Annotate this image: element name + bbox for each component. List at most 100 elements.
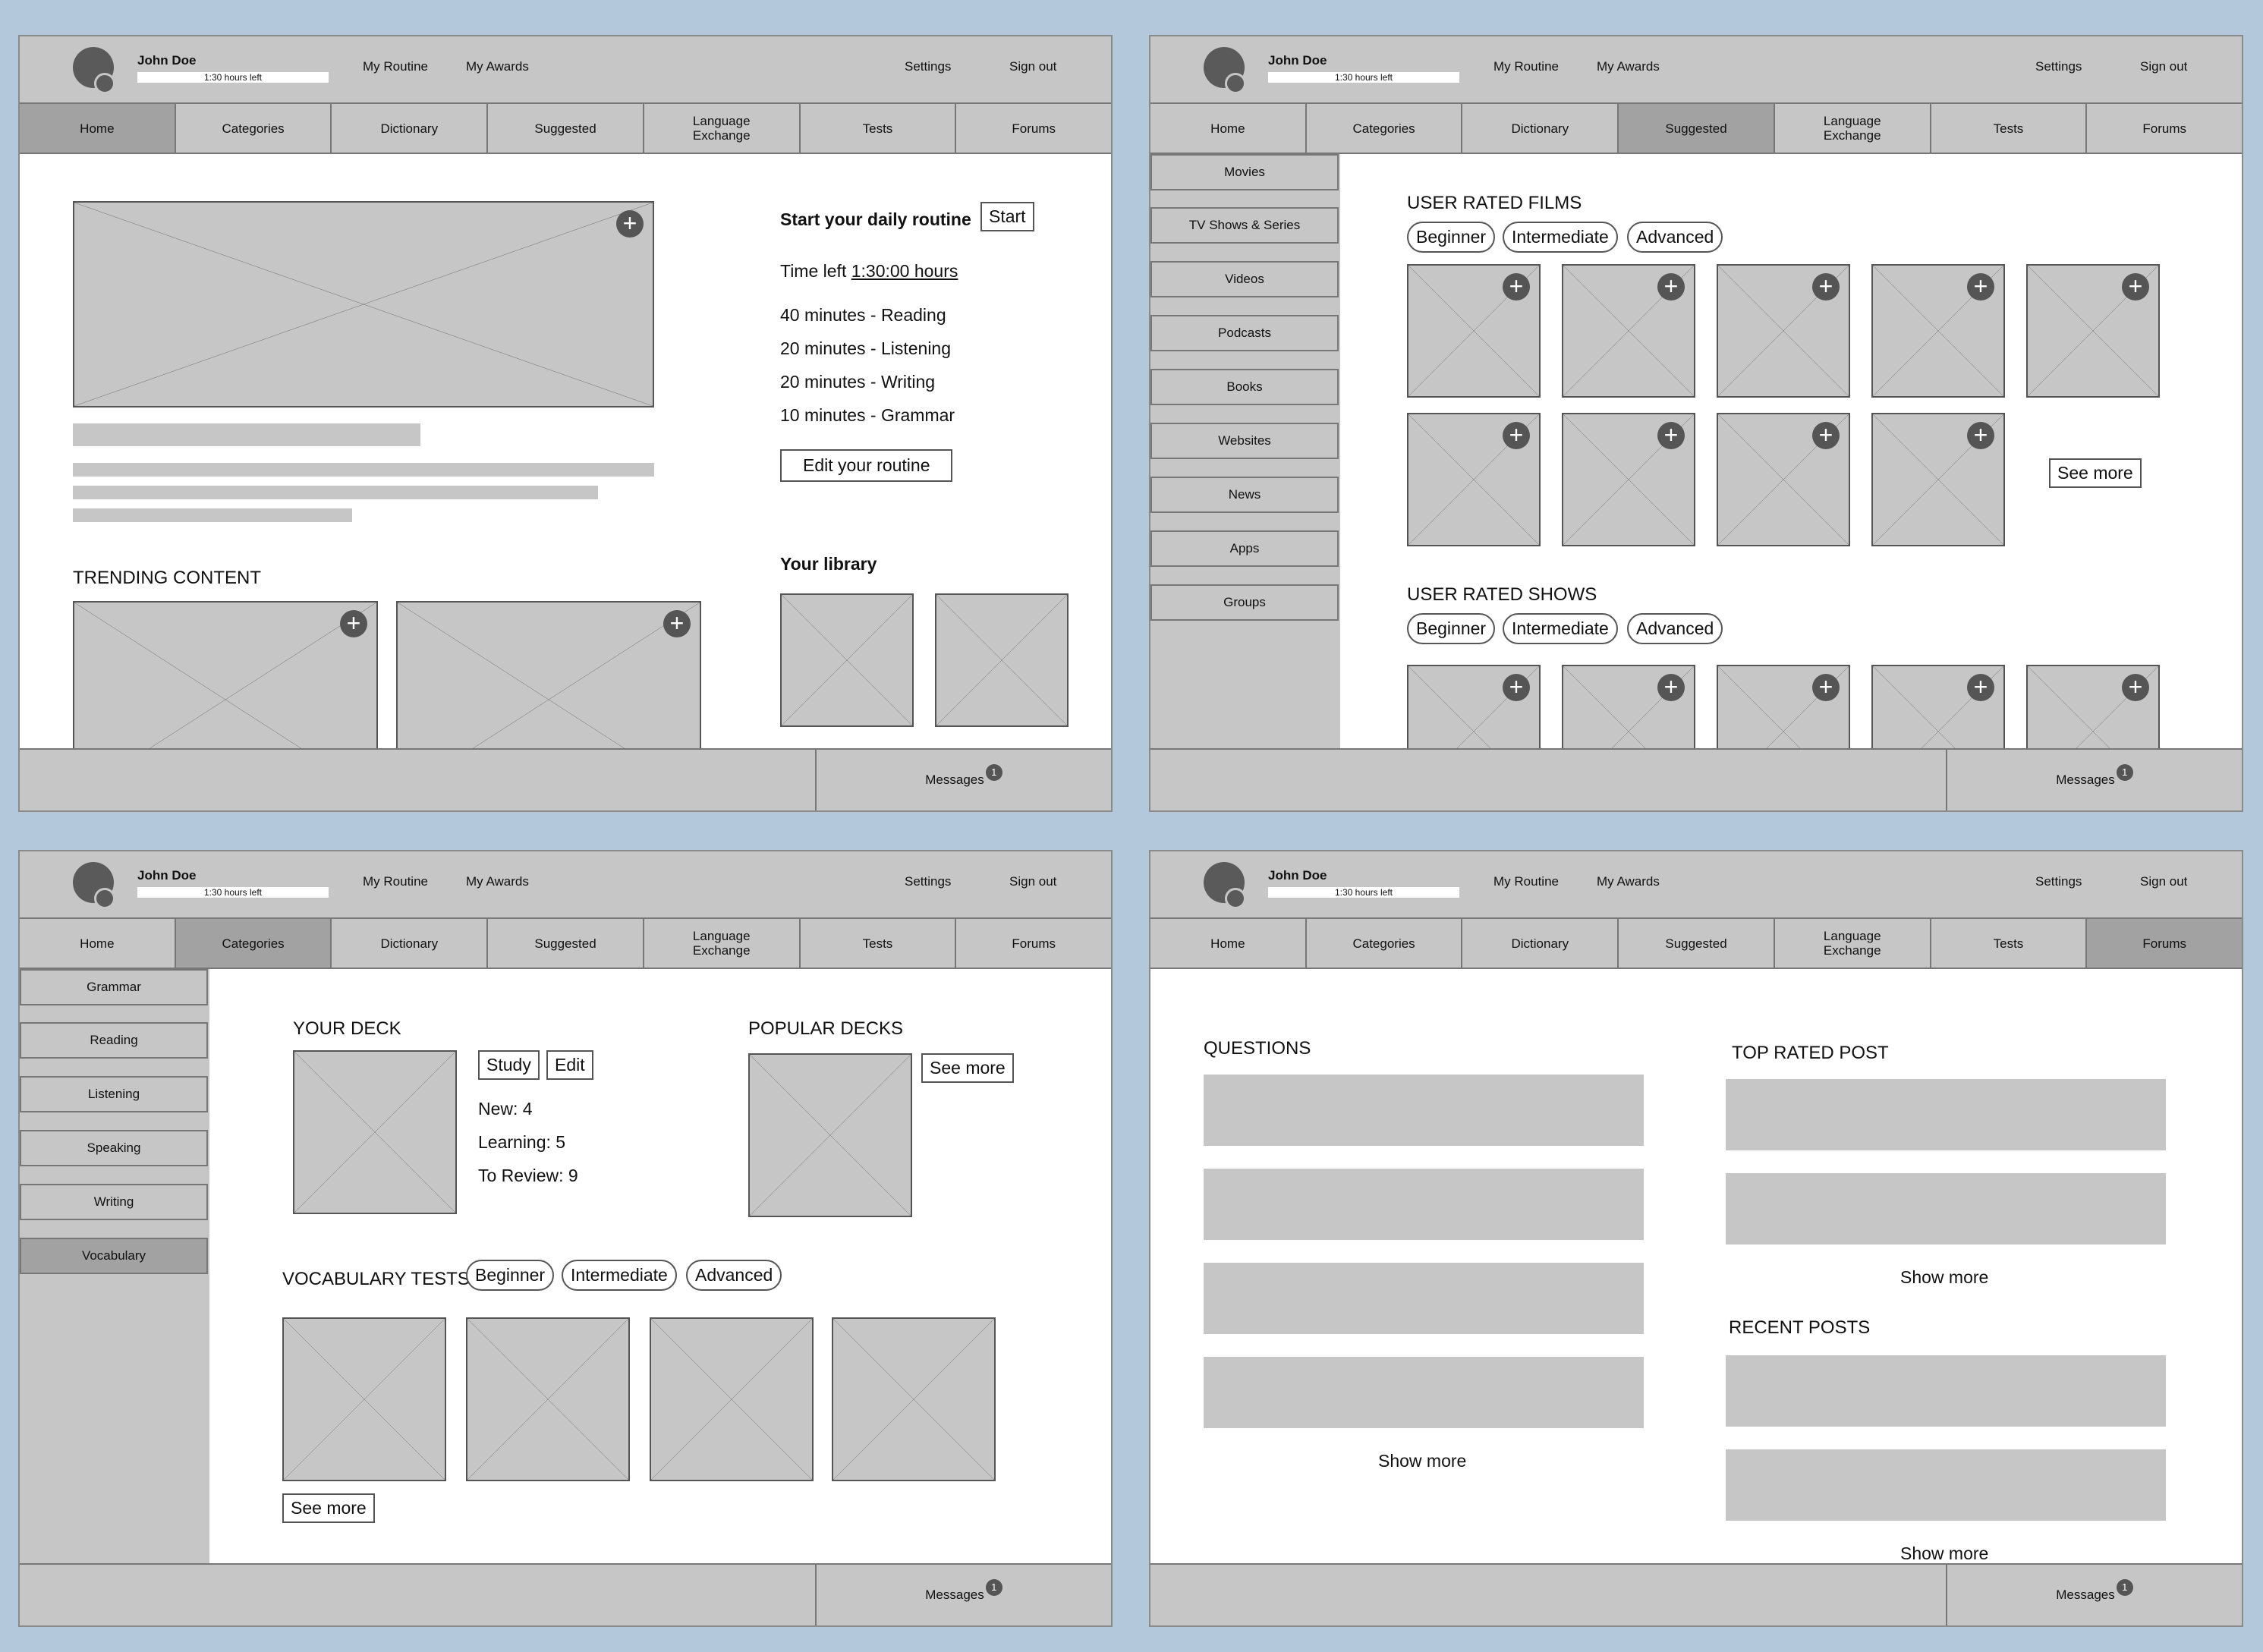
nav-language-exchange[interactable]: Language Exchange	[1775, 104, 1931, 153]
top-rated-post[interactable]	[1726, 1079, 2166, 1150]
vocab-test-item[interactable]	[650, 1317, 814, 1481]
nav-suggested[interactable]: Suggested	[488, 919, 644, 968]
top-rated-post[interactable]	[1726, 1173, 2166, 1245]
add-icon[interactable]: +	[1967, 422, 1994, 449]
filter-intermediate[interactable]: Intermediate	[562, 1260, 677, 1291]
popular-see-more-button[interactable]: See more	[921, 1053, 1014, 1083]
sidebar-item-books[interactable]: Books	[1150, 369, 1339, 405]
nav-forums[interactable]: Forums	[956, 919, 1111, 968]
vocab-test-item[interactable]	[832, 1317, 996, 1481]
my-awards-link[interactable]: My Awards	[466, 874, 529, 889]
sign-out-link[interactable]: Sign out	[1009, 59, 1056, 74]
filter-advanced[interactable]: Advanced	[686, 1260, 782, 1291]
sidebar-item-news[interactable]: News	[1150, 477, 1339, 513]
nav-tests[interactable]: Tests	[801, 104, 957, 153]
film-item[interactable]: +	[1407, 264, 1541, 398]
add-icon[interactable]: +	[1503, 273, 1530, 301]
add-icon[interactable]: +	[1967, 674, 1994, 701]
nav-home[interactable]: Home	[1150, 104, 1307, 153]
add-icon[interactable]: +	[1503, 422, 1530, 449]
messages-button[interactable]: Messages 1	[1946, 1565, 2242, 1625]
add-icon[interactable]: +	[1812, 273, 1840, 301]
add-icon[interactable]: +	[1657, 674, 1685, 701]
questions-show-more[interactable]: Show more	[1378, 1451, 1466, 1471]
nav-dictionary[interactable]: Dictionary	[1462, 104, 1619, 153]
nav-language-exchange[interactable]: Language Exchange	[644, 919, 801, 968]
recent-post[interactable]	[1726, 1355, 2166, 1427]
nav-tests[interactable]: Tests	[1931, 104, 2088, 153]
filter-beginner[interactable]: Beginner	[466, 1260, 555, 1291]
nav-categories[interactable]: Categories	[1307, 104, 1463, 153]
add-icon[interactable]: +	[340, 610, 367, 637]
nav-categories[interactable]: Categories	[1307, 919, 1463, 968]
nav-forums[interactable]: Forums	[956, 104, 1111, 153]
sidebar-item-websites[interactable]: Websites	[1150, 423, 1339, 459]
nav-home[interactable]: Home	[20, 919, 176, 968]
nav-language-exchange[interactable]: Language Exchange	[644, 104, 801, 153]
film-item[interactable]: +	[2026, 264, 2160, 398]
add-icon[interactable]: +	[663, 610, 691, 637]
film-item[interactable]: +	[1871, 413, 2005, 546]
add-icon[interactable]: +	[1812, 674, 1840, 701]
films-see-more-button[interactable]: See more	[2049, 458, 2142, 488]
film-item[interactable]: +	[1562, 413, 1695, 546]
filter-advanced[interactable]: Advanced	[1627, 613, 1723, 644]
add-icon[interactable]: +	[1657, 273, 1685, 301]
film-item[interactable]: +	[1407, 413, 1541, 546]
sign-out-link[interactable]: Sign out	[2140, 59, 2187, 74]
library-item[interactable]	[935, 593, 1069, 727]
add-icon[interactable]: +	[1503, 674, 1530, 701]
film-item[interactable]: +	[1871, 264, 2005, 398]
my-routine-link[interactable]: My Routine	[363, 59, 428, 74]
sidebar-item-groups[interactable]: Groups	[1150, 584, 1339, 621]
vocab-test-item[interactable]	[466, 1317, 630, 1481]
add-icon[interactable]: +	[2122, 273, 2149, 301]
filter-intermediate[interactable]: Intermediate	[1503, 613, 1618, 644]
film-item[interactable]: +	[1717, 413, 1850, 546]
sidebar-item-reading[interactable]: Reading	[20, 1022, 208, 1059]
nav-suggested[interactable]: Suggested	[1619, 104, 1775, 153]
nav-forums[interactable]: Forums	[2087, 104, 2242, 153]
my-routine-link[interactable]: My Routine	[1493, 59, 1559, 74]
filter-advanced[interactable]: Advanced	[1627, 222, 1723, 253]
nav-forums[interactable]: Forums	[2087, 919, 2242, 968]
nav-tests[interactable]: Tests	[1931, 919, 2088, 968]
film-item[interactable]: +	[1562, 264, 1695, 398]
nav-dictionary[interactable]: Dictionary	[1462, 919, 1619, 968]
recent-post[interactable]	[1726, 1449, 2166, 1521]
nav-home[interactable]: Home	[20, 104, 176, 153]
nav-dictionary[interactable]: Dictionary	[332, 919, 489, 968]
my-awards-link[interactable]: My Awards	[466, 59, 529, 74]
filter-beginner[interactable]: Beginner	[1407, 222, 1496, 253]
question-item[interactable]	[1204, 1357, 1644, 1428]
add-icon[interactable]: +	[616, 210, 644, 238]
messages-button[interactable]: Messages 1	[815, 1565, 1111, 1625]
library-item[interactable]	[780, 593, 914, 727]
nav-tests[interactable]: Tests	[801, 919, 957, 968]
edit-deck-button[interactable]: Edit	[546, 1050, 593, 1080]
nav-dictionary[interactable]: Dictionary	[332, 104, 489, 153]
sidebar-item-movies[interactable]: Movies	[1150, 154, 1339, 190]
start-button[interactable]: Start	[980, 202, 1034, 231]
sidebar-item-listening[interactable]: Listening	[20, 1076, 208, 1112]
sidebar-item-podcasts[interactable]: Podcasts	[1150, 315, 1339, 351]
messages-button[interactable]: Messages 1	[815, 750, 1111, 810]
filter-intermediate[interactable]: Intermediate	[1503, 222, 1618, 253]
my-awards-link[interactable]: My Awards	[1597, 59, 1660, 74]
messages-button[interactable]: Messages 1	[1946, 750, 2242, 810]
question-item[interactable]	[1204, 1169, 1644, 1240]
my-awards-link[interactable]: My Awards	[1597, 874, 1660, 889]
my-routine-link[interactable]: My Routine	[1493, 874, 1559, 889]
nav-categories[interactable]: Categories	[176, 104, 332, 153]
settings-link[interactable]: Settings	[905, 874, 951, 889]
film-item[interactable]: +	[1717, 264, 1850, 398]
sidebar-item-speaking[interactable]: Speaking	[20, 1130, 208, 1166]
sidebar-item-writing[interactable]: Writing	[20, 1184, 208, 1220]
add-icon[interactable]: +	[1967, 273, 1994, 301]
settings-link[interactable]: Settings	[2035, 59, 2082, 74]
sidebar-item-grammar[interactable]: Grammar	[20, 969, 208, 1005]
filter-beginner[interactable]: Beginner	[1407, 613, 1496, 644]
nav-categories[interactable]: Categories	[175, 919, 332, 968]
sidebar-item-vocabulary[interactable]: Vocabulary	[20, 1238, 208, 1274]
popular-deck-image[interactable]	[748, 1053, 912, 1217]
